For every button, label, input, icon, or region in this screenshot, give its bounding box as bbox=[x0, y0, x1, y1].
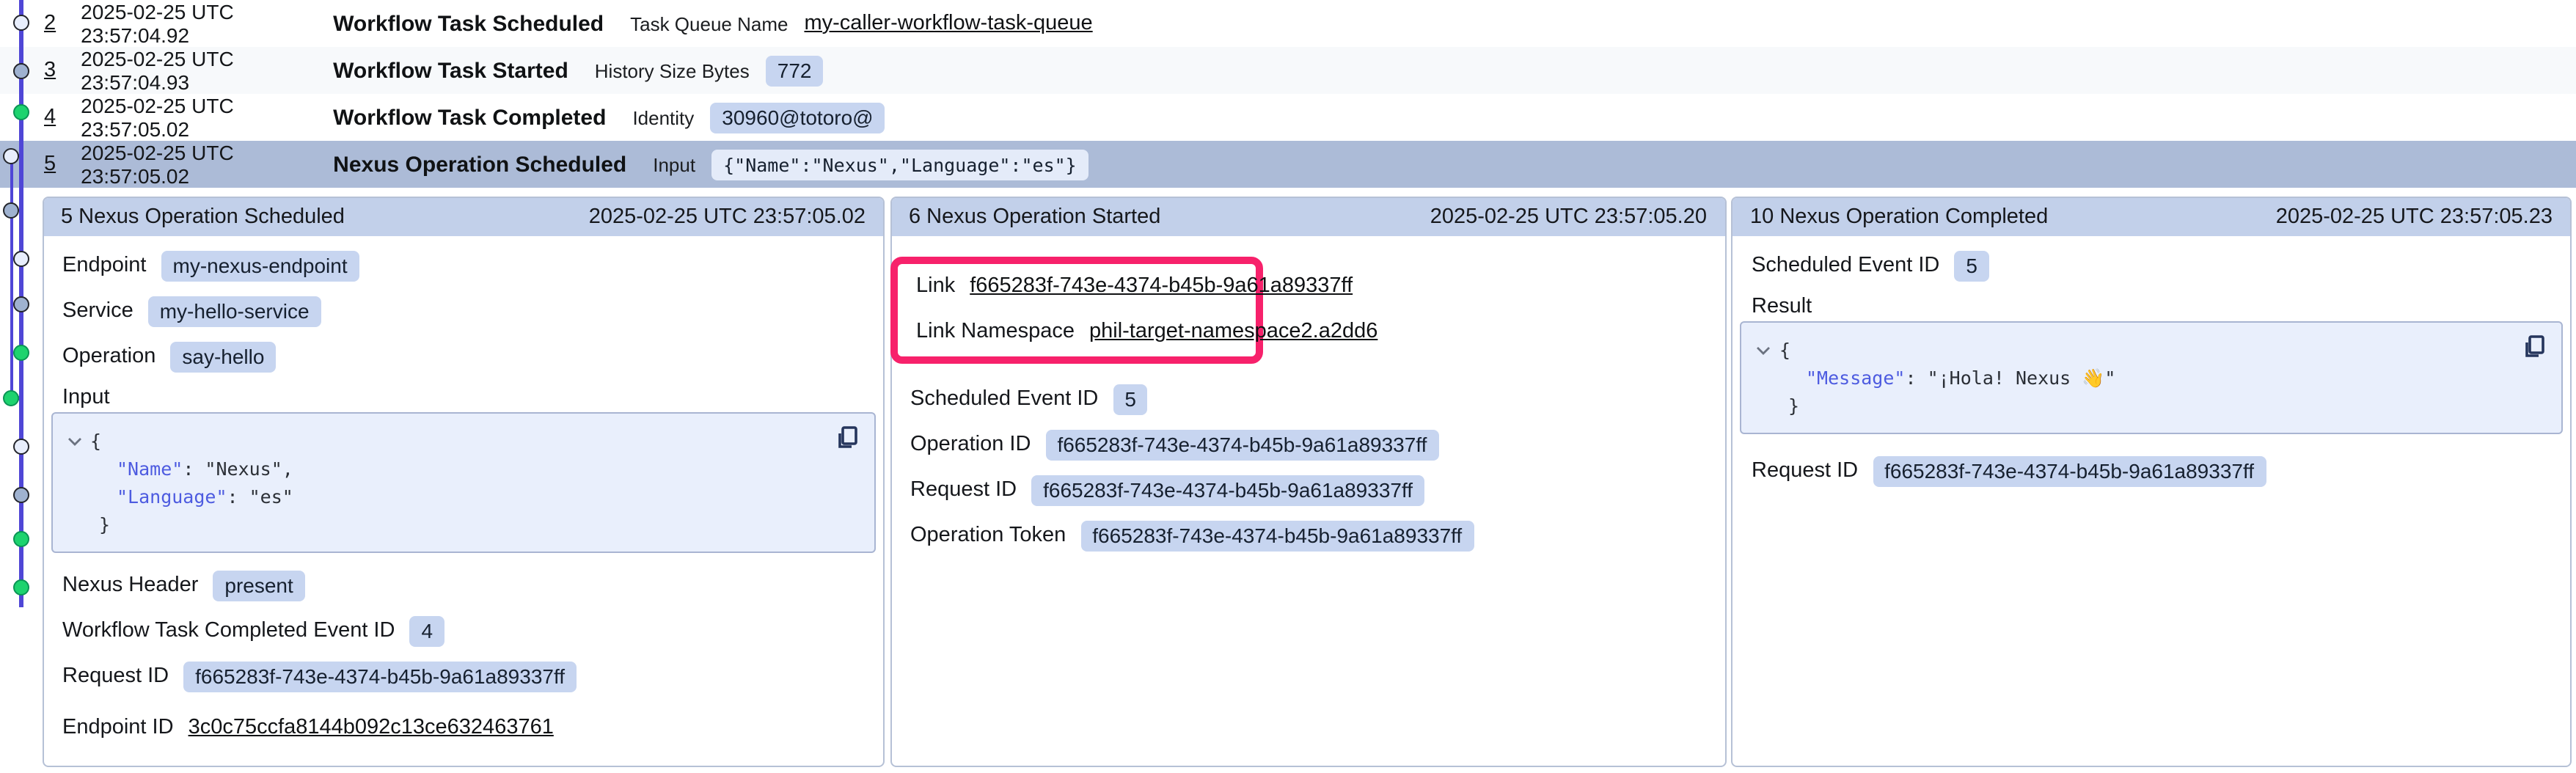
wtc-event-id-label: Workflow Task Completed Event ID bbox=[62, 619, 395, 642]
event-name: Nexus Operation Scheduled bbox=[333, 152, 626, 177]
request-id-badge: f665283f-743e-4374-b45b-9a61a89337ff bbox=[183, 661, 577, 692]
panel-nexus-operation-scheduled: 5 Nexus Operation Scheduled 2025-02-25 U… bbox=[42, 197, 885, 767]
result-json-viewer: { "Message": "¡Hola! Nexus 👋" } bbox=[1740, 321, 2563, 434]
timeline-dot-scheduled-icon bbox=[13, 15, 29, 31]
timeline-dot-started-icon bbox=[13, 487, 29, 503]
event-detail-label: Task Queue Name bbox=[630, 12, 788, 34]
panel-timestamp: 2025-02-25 UTC 23:57:05.23 bbox=[2276, 205, 2553, 229]
event-row-5-selected[interactable]: 5 2025-02-25 UTC 23:57:05.02 Nexus Opera… bbox=[0, 141, 2576, 188]
link-namespace-label: Link Namespace bbox=[916, 320, 1075, 343]
scheduled-event-id-badge: 5 bbox=[1954, 250, 1989, 281]
task-queue-link[interactable]: my-caller-workflow-task-queue bbox=[804, 12, 1092, 35]
timeline-dot-started-icon bbox=[13, 296, 29, 312]
event-timestamp: 2025-02-25 UTC 23:57:04.92 bbox=[81, 0, 333, 47]
request-id-label: Request ID bbox=[1752, 459, 1858, 483]
timeline-dot-scheduled-icon bbox=[3, 147, 19, 164]
service-badge: my-hello-service bbox=[148, 296, 321, 326]
timeline bbox=[0, 0, 41, 773]
operation-badge: say-hello bbox=[170, 341, 276, 372]
event-timestamp: 2025-02-25 UTC 23:57:05.02 bbox=[81, 141, 333, 188]
timeline-dot-completed-icon bbox=[13, 531, 29, 547]
panel-header: 10 Nexus Operation Completed 2025-02-25 … bbox=[1732, 198, 2570, 236]
timeline-dot-completed-icon bbox=[13, 579, 29, 595]
event-history-table: 2 2025-02-25 UTC 23:57:04.92 Workflow Ta… bbox=[0, 0, 2576, 188]
link-value-link[interactable]: f665283f-743e-4374-b45b-9a61a89337ff bbox=[970, 274, 1353, 298]
scheduled-event-id-badge: 5 bbox=[1113, 384, 1148, 414]
panel-timestamp: 2025-02-25 UTC 23:57:05.20 bbox=[1430, 205, 1707, 229]
input-label: Input bbox=[62, 386, 110, 409]
panel-header: 5 Nexus Operation Scheduled 2025-02-25 U… bbox=[43, 198, 883, 236]
event-row-3[interactable]: 3 2025-02-25 UTC 23:57:04.93 Workflow Ta… bbox=[0, 47, 2576, 94]
panel-body: Link f665283f-743e-4374-b45b-9a61a89337f… bbox=[891, 236, 1724, 565]
input-json-viewer: { "Name": "Nexus", "Language": "es" } bbox=[51, 412, 876, 553]
nexus-header-label: Nexus Header bbox=[62, 574, 198, 597]
operation-label: Operation bbox=[62, 345, 155, 368]
link-highlight-box: Link f665283f-743e-4374-b45b-9a61a89337f… bbox=[890, 257, 1262, 364]
event-row-2[interactable]: 2 2025-02-25 UTC 23:57:04.92 Workflow Ta… bbox=[0, 0, 2576, 47]
request-id-badge: f665283f-743e-4374-b45b-9a61a89337ff bbox=[1873, 455, 2266, 486]
chevron-down-icon[interactable] bbox=[1756, 336, 1779, 364]
copy-icon[interactable] bbox=[2522, 334, 2548, 361]
event-name: Workflow Task Completed bbox=[333, 105, 606, 130]
timeline-dot-scheduled-icon bbox=[13, 438, 29, 454]
panel-nexus-operation-started: 6 Nexus Operation Started 2025-02-25 UTC… bbox=[890, 197, 1726, 767]
panel-title: 6 Nexus Operation Started bbox=[909, 205, 1160, 229]
identity-badge: 30960@totoro@ bbox=[710, 102, 885, 133]
request-id-label: Request ID bbox=[62, 664, 169, 688]
event-name: Workflow Task Scheduled bbox=[333, 11, 604, 36]
timeline-dot-completed-icon bbox=[13, 104, 29, 120]
request-id-badge: f665283f-743e-4374-b45b-9a61a89337ff bbox=[1031, 475, 1424, 505]
operation-token-label: Operation Token bbox=[910, 524, 1066, 547]
event-detail-label: Identity bbox=[632, 106, 694, 128]
event-name: Workflow Task Started bbox=[333, 58, 568, 83]
history-size-badge: 772 bbox=[766, 55, 824, 86]
timeline-dot-scheduled-icon bbox=[13, 250, 29, 266]
event-id-link[interactable]: 2 bbox=[44, 12, 56, 35]
endpoint-label: Endpoint bbox=[62, 254, 147, 277]
endpoint-badge: my-nexus-endpoint bbox=[161, 250, 359, 281]
result-label: Result bbox=[1752, 295, 1812, 318]
link-namespace-link[interactable]: phil-target-namespace2.a2dd6 bbox=[1089, 320, 1377, 343]
panel-body: Endpoint my-nexus-endpoint Service my-he… bbox=[43, 236, 883, 757]
event-timestamp: 2025-02-25 UTC 23:57:04.93 bbox=[81, 47, 333, 94]
copy-icon[interactable] bbox=[835, 425, 861, 452]
event-id-link[interactable]: 3 bbox=[44, 59, 56, 82]
input-badge: {"Name":"Nexus","Language":"es"} bbox=[711, 149, 1088, 180]
panel-timestamp: 2025-02-25 UTC 23:57:05.02 bbox=[589, 205, 866, 229]
panel-nexus-operation-completed: 10 Nexus Operation Completed 2025-02-25 … bbox=[1731, 197, 2572, 767]
timeline-dot-started-icon bbox=[3, 202, 19, 219]
event-row-4[interactable]: 4 2025-02-25 UTC 23:57:05.02 Workflow Ta… bbox=[0, 94, 2576, 141]
link-label: Link bbox=[916, 274, 955, 298]
panel-title: 5 Nexus Operation Scheduled bbox=[61, 205, 345, 229]
operation-id-label: Operation ID bbox=[910, 433, 1031, 456]
event-detail-label: History Size Bytes bbox=[595, 59, 750, 81]
operation-token-badge: f665283f-743e-4374-b45b-9a61a89337ff bbox=[1080, 520, 1474, 551]
operation-id-badge: f665283f-743e-4374-b45b-9a61a89337ff bbox=[1045, 429, 1438, 460]
nexus-header-badge: present bbox=[213, 570, 304, 601]
endpoint-id-link[interactable]: 3c0c75ccfa8144b092c13ce632463761 bbox=[189, 716, 554, 739]
chevron-down-icon[interactable] bbox=[67, 427, 90, 455]
timeline-dot-completed-icon bbox=[3, 390, 19, 406]
panel-title: 10 Nexus Operation Completed bbox=[1750, 205, 2048, 229]
event-id-link[interactable]: 5 bbox=[44, 153, 56, 176]
scheduled-event-id-label: Scheduled Event ID bbox=[910, 387, 1098, 411]
event-history-view: 2 2025-02-25 UTC 23:57:04.92 Workflow Ta… bbox=[0, 0, 2576, 773]
timeline-dot-completed-icon bbox=[13, 344, 29, 360]
event-id-link[interactable]: 4 bbox=[44, 106, 56, 129]
timeline-branch-line bbox=[10, 155, 13, 399]
endpoint-id-label: Endpoint ID bbox=[62, 716, 174, 739]
panel-body: Scheduled Event ID 5 Result { "Message":… bbox=[1732, 236, 2570, 500]
event-detail-label: Input bbox=[653, 153, 695, 175]
service-label: Service bbox=[62, 299, 133, 323]
scheduled-event-id-label: Scheduled Event ID bbox=[1752, 254, 1939, 277]
panel-header: 6 Nexus Operation Started 2025-02-25 UTC… bbox=[891, 198, 1724, 236]
event-timestamp: 2025-02-25 UTC 23:57:05.02 bbox=[81, 94, 333, 141]
wtc-event-id-badge: 4 bbox=[409, 615, 444, 646]
timeline-dot-started-icon bbox=[13, 62, 29, 78]
request-id-label: Request ID bbox=[910, 478, 1017, 502]
